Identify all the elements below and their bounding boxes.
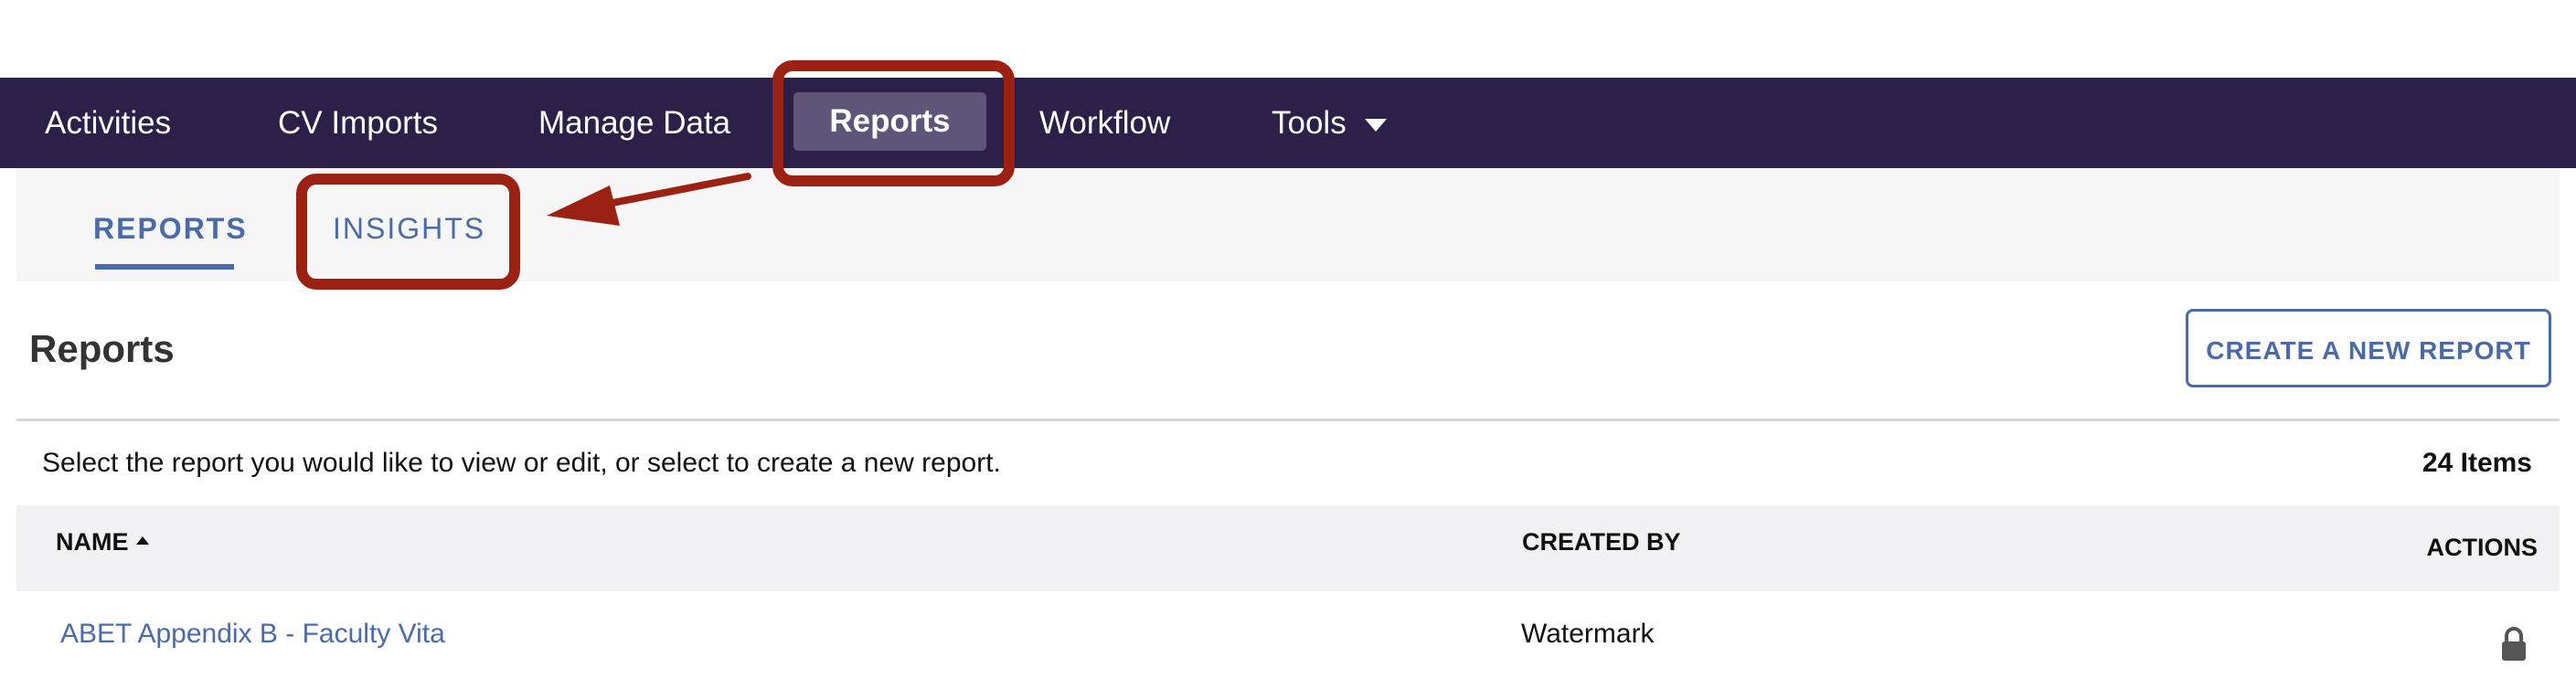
annotation-arrow xyxy=(547,173,751,226)
annotation-arrow-shaft xyxy=(604,173,751,207)
annotation-arrow-head xyxy=(547,186,620,226)
